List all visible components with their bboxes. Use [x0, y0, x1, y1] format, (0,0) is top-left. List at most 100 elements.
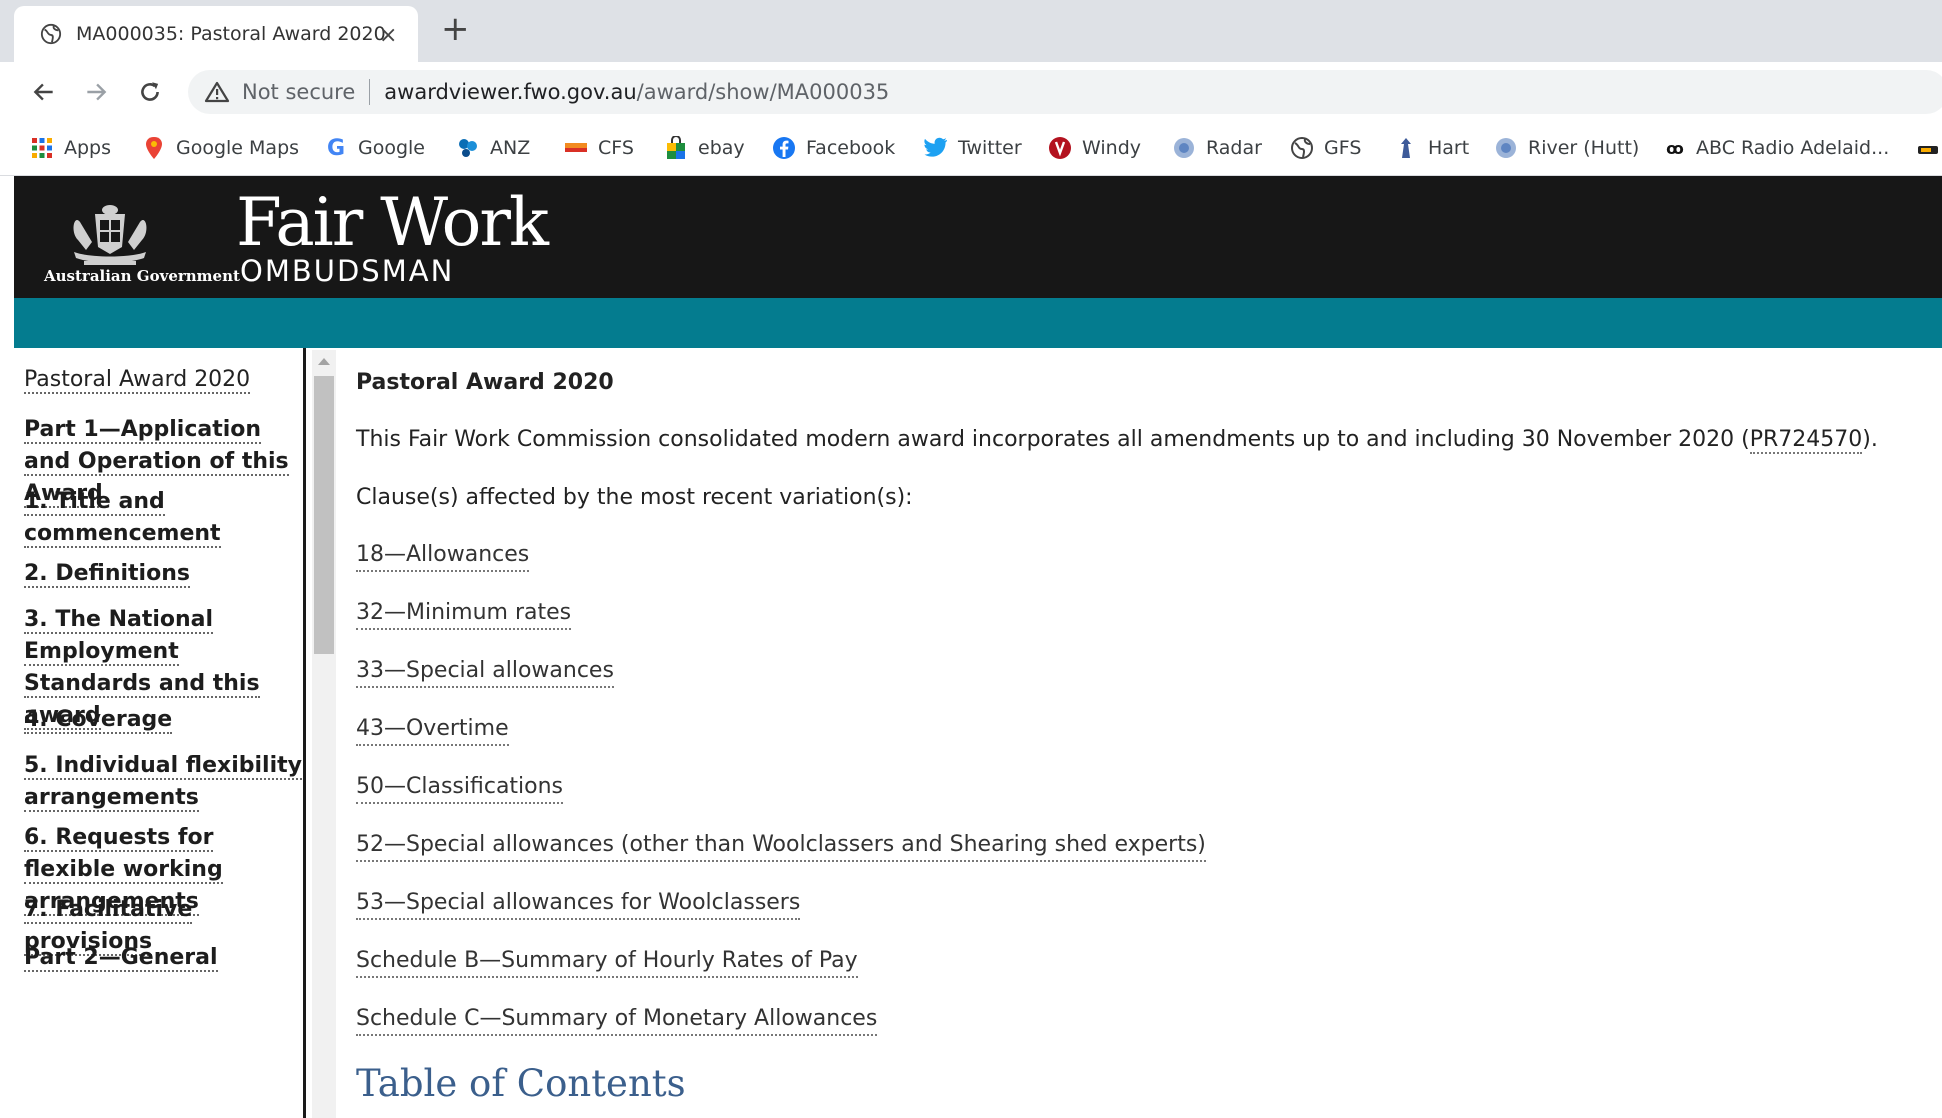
new-tab-button[interactable]: + [441, 12, 470, 46]
fair-work-logo-title[interactable]: Fair Work [236, 184, 549, 262]
australian-government-label: Australian Government [44, 267, 240, 285]
bookmark-google[interactable]: G Google [324, 132, 425, 164]
pr-link[interactable]: PR724570 [1749, 427, 1863, 454]
address-bar[interactable]: Not secure awardviewer.fwo.gov.au/award/… [188, 70, 1942, 114]
facebook-icon [772, 136, 796, 160]
bookmark-label: Windy [1082, 137, 1141, 159]
globe-icon [1290, 136, 1314, 160]
river-icon [1494, 136, 1518, 160]
bookmark-label: Radar [1206, 137, 1262, 159]
bookmark-anz[interactable]: ANZ [456, 132, 530, 164]
globe-icon [40, 23, 62, 45]
intro-text: This Fair Work Commission consolidated m… [356, 427, 1750, 452]
sidebar-item-label: 1. Title and commencement [24, 489, 221, 548]
scrollbar-thumb[interactable] [314, 376, 334, 654]
content-scrollbar[interactable] [312, 350, 336, 1118]
bookmark-label: Hart [1428, 137, 1470, 159]
bookmark-label: Facebook [806, 137, 896, 159]
url-host: awardviewer.fwo.gov.au [384, 80, 637, 104]
cfs-icon [564, 136, 588, 160]
sidebar-item-definitions[interactable]: 2. Definitions [24, 558, 303, 590]
bookmark-abc-radio[interactable]: ꝏ ABC Radio Adelaid... [1662, 132, 1889, 164]
sidebar-item-coverage[interactable]: 4. Coverage [24, 704, 303, 736]
forward-button[interactable] [80, 76, 112, 108]
google-icon: G [326, 135, 346, 161]
clause-link[interactable]: Schedule C—Summary of Monetary Allowance… [356, 1004, 878, 1036]
bookmark-label: GFS [1324, 137, 1362, 159]
clause-link[interactable]: 50—Classifications [356, 772, 564, 804]
site-header: Australian Government Fair Work OMBUDSMA… [14, 176, 1942, 298]
arrow-left-icon [33, 83, 53, 101]
hart-icon [1394, 136, 1418, 160]
warning-icon [204, 81, 230, 103]
bookmark-facebook[interactable]: Facebook [772, 132, 895, 164]
clause-link[interactable]: 18—Allowances [356, 540, 530, 572]
sidebar-item-label: 4. Coverage [24, 707, 173, 734]
security-status[interactable]: Not secure [242, 80, 355, 104]
bookmark-label: Apps [64, 137, 112, 159]
apps-grid-icon [30, 136, 54, 160]
browser-toolbar: Not secure awardviewer.fwo.gov.au/award/… [0, 62, 1942, 122]
clause-link[interactable]: 53—Special allowances for Woolclassers [356, 888, 801, 920]
bookmark-windy[interactable]: Windy [1048, 132, 1141, 164]
award-intro: This Fair Work Commission consolidated m… [356, 427, 1878, 454]
bookmark-gfs[interactable]: GFS [1290, 132, 1361, 164]
sidebar-item-award-title[interactable]: Pastoral Award 2020 [24, 364, 303, 396]
arrow-right-icon [87, 83, 107, 101]
shopping-bag-icon [664, 136, 688, 160]
affected-clauses-label: Clause(s) affected by the most recent va… [356, 485, 913, 510]
bookmark-label: CFS [598, 137, 634, 159]
sidebar-item-label: Part 2—General [24, 945, 218, 972]
bookmark-label: ANZ [490, 137, 531, 159]
tab-strip: MA000035: Pastoral Award 2020 × + [0, 0, 1942, 62]
bookmark-ebay[interactable]: ebay [664, 132, 745, 164]
sidebar-item-title-commencement[interactable]: 1. Title and commencement [24, 486, 303, 550]
sidebar-item-part-2[interactable]: Part 2—General [24, 942, 303, 974]
header-band [14, 298, 1942, 348]
bookmark-label: ebay [698, 137, 745, 159]
bookmark-label: Google [358, 137, 426, 159]
bookmark-hart[interactable]: Hart [1394, 132, 1469, 164]
clause-link[interactable]: 43—Overtime [356, 714, 509, 746]
omnibox-divider [369, 79, 371, 105]
bookmark-apps[interactable]: Apps [30, 132, 111, 164]
anz-icon [456, 136, 480, 160]
bookmark-cfs[interactable]: CFS [564, 132, 634, 164]
url-path: /award/show/MA000035 [636, 80, 890, 104]
reload-icon [141, 82, 159, 101]
sidebar-item-label: 2. Definitions [24, 561, 190, 588]
intro-text-end: ). [1862, 427, 1878, 452]
bookmark-radar[interactable]: Radar [1172, 132, 1262, 164]
twitter-icon [924, 136, 948, 160]
ombudsman-logo-subtitle: OMBUDSMAN [240, 254, 455, 288]
back-button[interactable] [28, 76, 60, 108]
browser-tab[interactable]: MA000035: Pastoral Award 2020 × [14, 6, 418, 62]
windy-icon [1048, 136, 1072, 160]
clause-link[interactable]: 33—Special allowances [356, 656, 614, 688]
reload-button[interactable] [134, 76, 166, 108]
bookmark-label: River (Hutt) [1528, 137, 1640, 159]
clause-link[interactable]: Schedule B—Summary of Hourly Rates of Pa… [356, 946, 858, 978]
bookmark-twitter[interactable]: Twitter [924, 132, 1022, 164]
sidebar-item-label: Pastoral Award 2020 [24, 367, 251, 394]
bookmark-google-maps[interactable]: Google Maps [142, 132, 299, 164]
bookmark-river-hutt[interactable]: River (Hutt) [1494, 132, 1639, 164]
sidebar-nav: Pastoral Award 2020 Part 1—Application a… [14, 348, 306, 1118]
abc-icon: ꝏ [1666, 138, 1684, 158]
close-tab-icon[interactable]: × [379, 23, 397, 48]
sidebar-item-flexibility[interactable]: 5. Individual flexibility arrangements [24, 750, 303, 814]
bookmark-label: ABC Radio Adelaid... [1696, 137, 1890, 159]
bookmark-label: Google Maps [176, 137, 300, 159]
overflow-bookmark-icon[interactable] [1918, 146, 1938, 154]
map-pin-icon [142, 136, 166, 160]
url-text[interactable]: awardviewer.fwo.gov.au/award/show/MA0000… [384, 80, 889, 104]
sidebar-item-label: 5. Individual flexibility arrangements [24, 753, 302, 812]
award-heading: Pastoral Award 2020 [356, 370, 614, 395]
clause-link[interactable]: 52—Special allowances (other than Woolcl… [356, 830, 1206, 862]
table-of-contents-heading: Table of Contents [356, 1062, 686, 1105]
bookmarks-bar: Apps Google Maps G Google ANZ CFS ebay Fa… [0, 122, 1942, 176]
radar-icon [1172, 136, 1196, 160]
tab-title: MA000035: Pastoral Award 2020 [76, 23, 386, 45]
clause-link[interactable]: 32—Minimum rates [356, 598, 572, 630]
scroll-up-arrow-icon[interactable] [318, 358, 330, 365]
